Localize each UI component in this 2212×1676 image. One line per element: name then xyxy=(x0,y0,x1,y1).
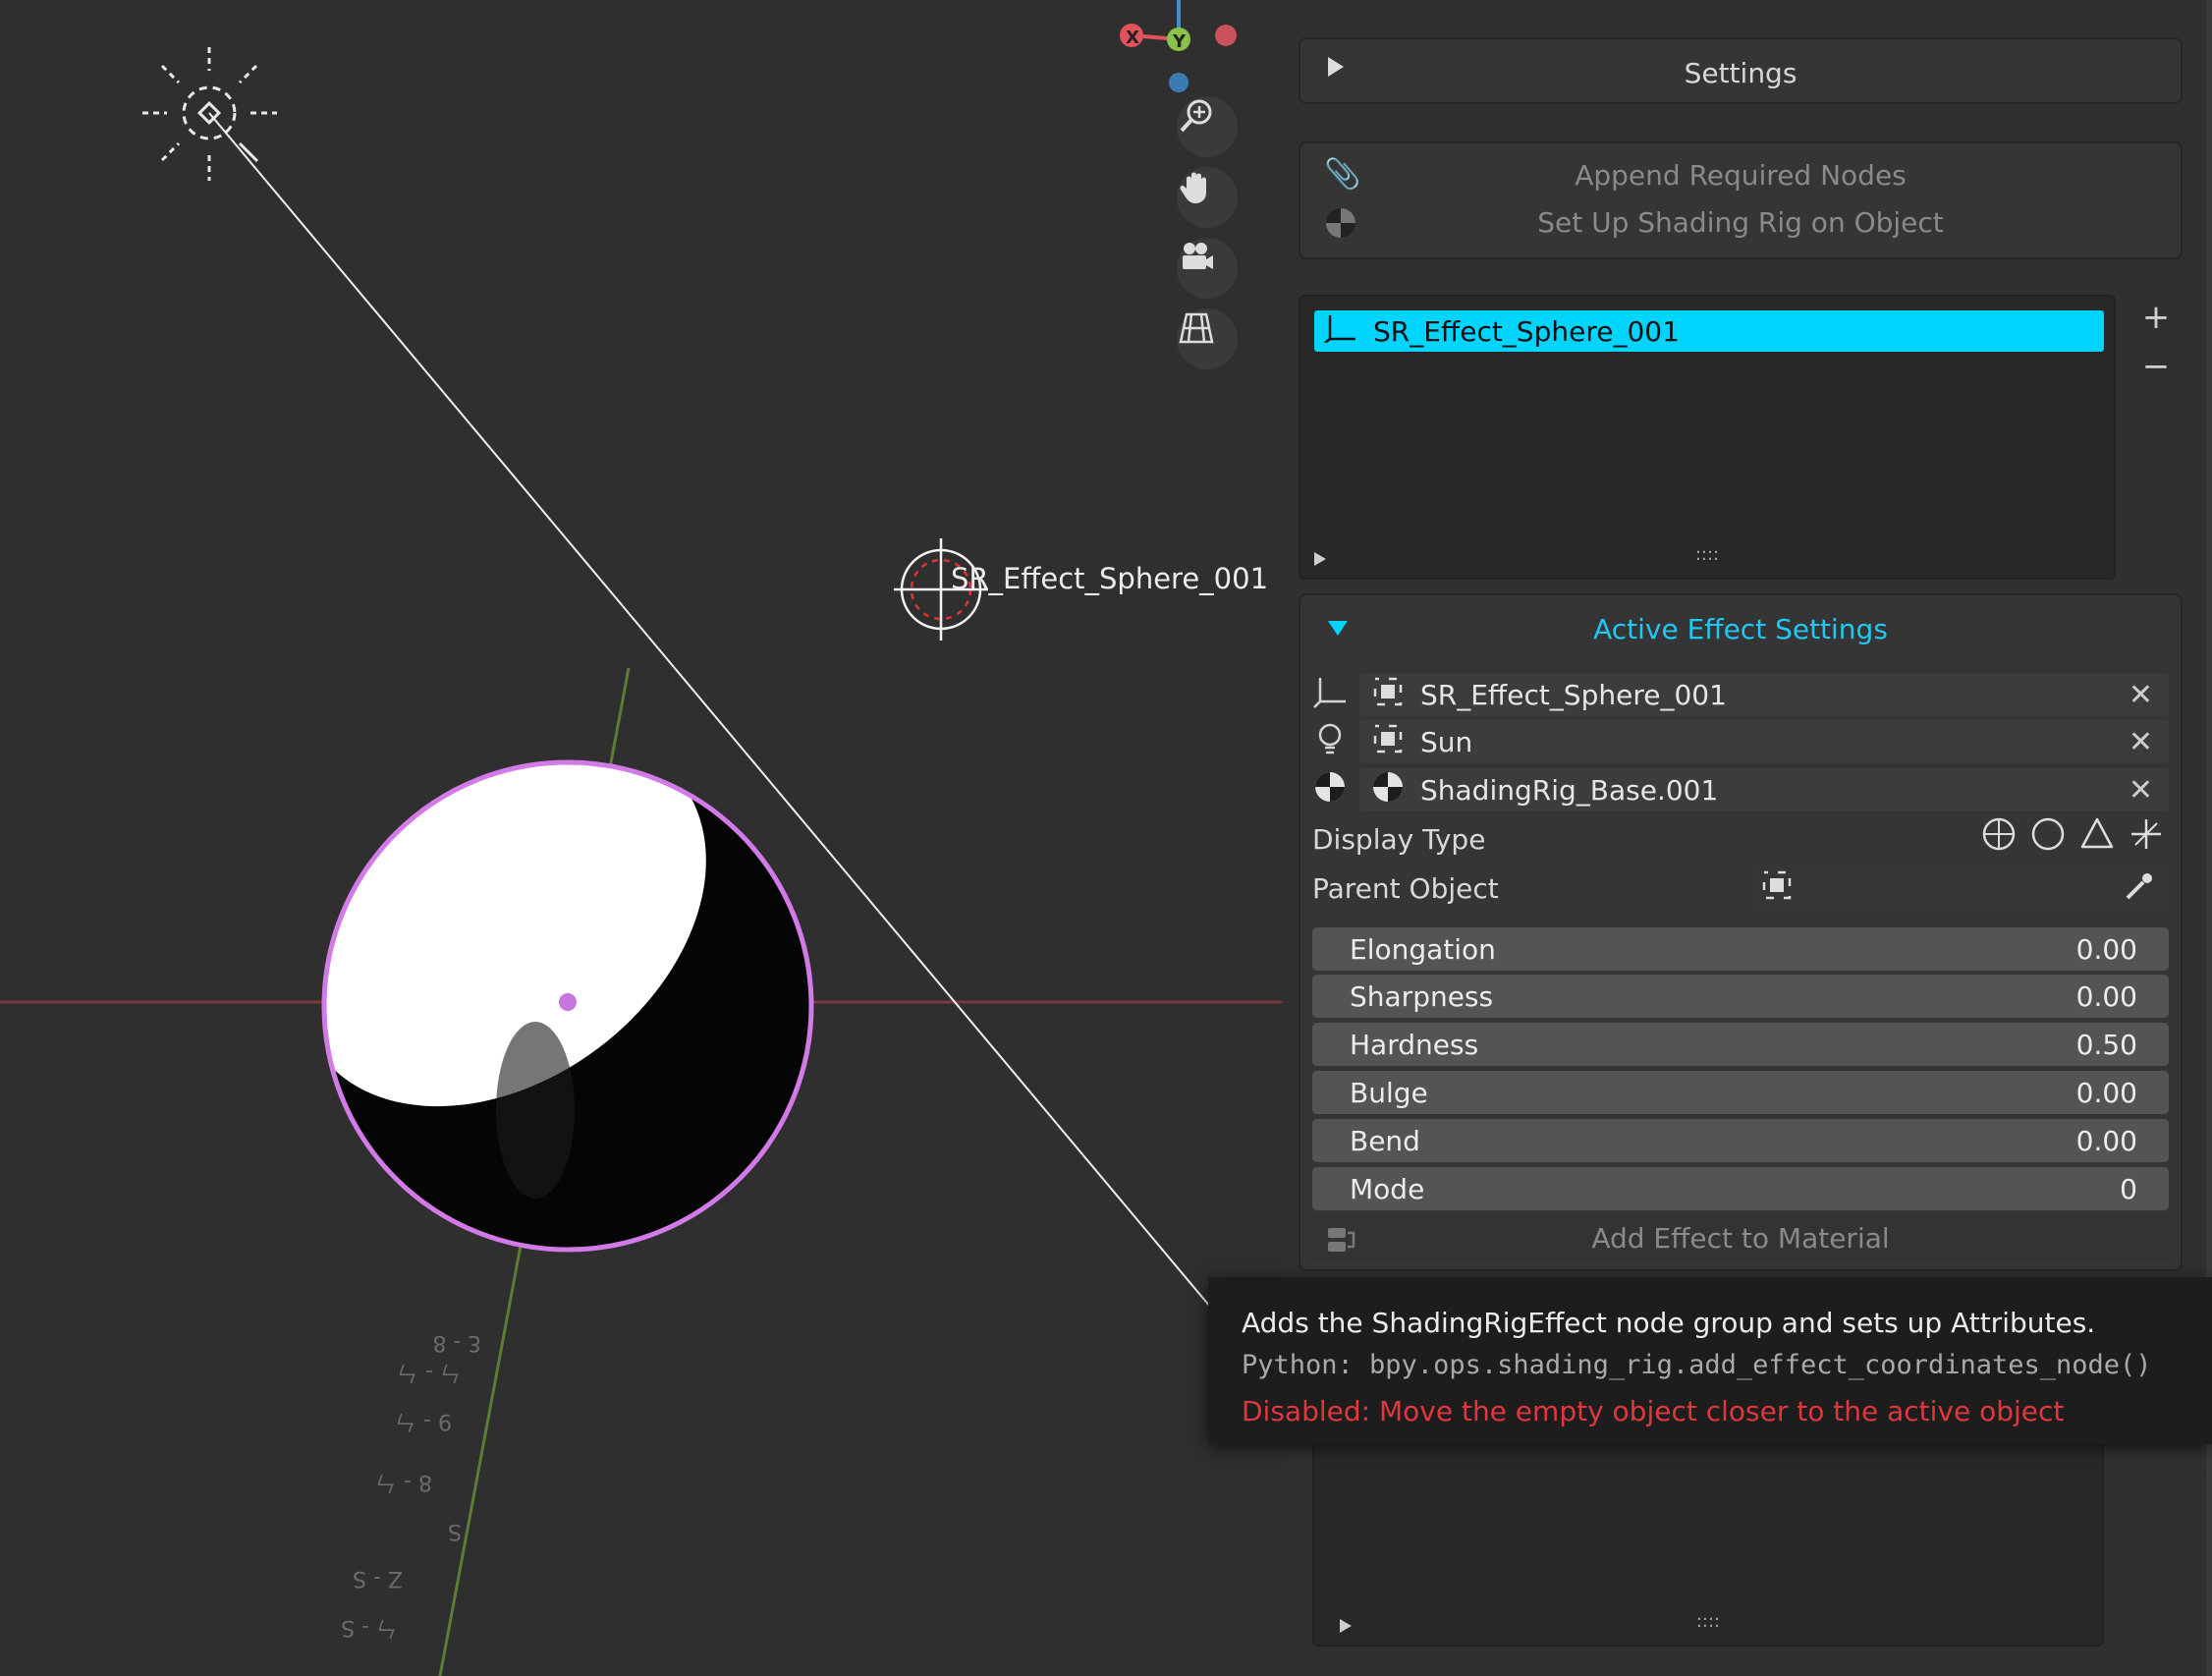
empty-axes-icon xyxy=(1312,674,1348,716)
list-item-selected[interactable]: SR_Effect_Sphere_001 xyxy=(1314,310,2104,352)
add-effect-to-material-label: Add Effect to Material xyxy=(1591,1222,1890,1255)
sphere-axes-icon[interactable] xyxy=(1980,815,2018,859)
list-resize-grip[interactable]: :::: xyxy=(1314,1611,2102,1632)
slider-value: 0.00 xyxy=(2075,979,2137,1013)
3d-viewport[interactable]: Ɛ - 8 ㄣ - ㄣ 9 - ㄣ 8 - ㄣ S Z - S ㄣ - S X … xyxy=(0,0,1287,1676)
camera-icon[interactable] xyxy=(1177,238,1238,299)
add-effect-button[interactable]: + xyxy=(2135,297,2177,338)
hardness-slider[interactable]: Hardness 0.50 xyxy=(1312,1023,2169,1066)
operator-tooltip: Adds the ShadingRigEffect node group and… xyxy=(1208,1277,2212,1444)
clear-field-icon[interactable]: ✕ xyxy=(2129,773,2153,808)
light-bulb-icon xyxy=(1312,721,1348,763)
light-object-field[interactable]: Sun ✕ xyxy=(1359,720,2169,763)
bulge-slider[interactable]: Bulge 0.00 xyxy=(1312,1071,2169,1114)
object-icon xyxy=(1371,722,1405,762)
slider-label: Mode xyxy=(1350,1172,1425,1205)
object-icon xyxy=(1760,868,1794,909)
shaded-sphere xyxy=(321,759,814,1253)
list-resize-grip[interactable]: :::: xyxy=(1300,544,2114,565)
viewport-scene: Ɛ - 8 ㄣ - ㄣ 9 - ㄣ 8 - ㄣ S Z - S ㄣ - S X … xyxy=(0,0,1287,1676)
setup-buttons-group: 📎 Append Required Nodes Set Up Shading R… xyxy=(1299,141,2183,259)
gizmo-x-label: X xyxy=(1126,28,1139,48)
sharpness-slider[interactable]: Sharpness 0.00 xyxy=(1312,975,2169,1018)
display-type-label: Display Type xyxy=(1312,822,1486,856)
plain-axes-icon[interactable] xyxy=(2128,815,2165,859)
slider-value: 0.00 xyxy=(2075,932,2137,966)
slider-label: Hardness xyxy=(1350,1028,1479,1061)
add-effect-to-material-button[interactable]: Add Effect to Material xyxy=(1312,1214,2169,1261)
field-value: Sun xyxy=(1420,725,1473,758)
slider-value: 0 xyxy=(2120,1172,2137,1205)
svg-text:S: S xyxy=(448,1519,462,1543)
pan-hand-icon[interactable] xyxy=(1177,167,1238,228)
svg-text:ㄣ - S: ㄣ - S xyxy=(341,1615,398,1640)
slider-label: Bend xyxy=(1350,1124,1420,1157)
bend-slider[interactable]: Bend 0.00 xyxy=(1312,1119,2169,1162)
slider-value: 0.00 xyxy=(2075,1076,2137,1109)
svg-text:9 - ㄣ: 9 - ㄣ xyxy=(395,1409,452,1433)
setup-rig-label: Set Up Shading Rig on Object xyxy=(1537,206,1944,239)
list-item-label: SR_Effect_Sphere_001 xyxy=(1373,314,1680,348)
eyedropper-icon[interactable] xyxy=(2122,870,2155,911)
parent-object-field[interactable] xyxy=(1750,866,2169,910)
append-nodes-button[interactable]: 📎 Append Required Nodes xyxy=(1308,151,2173,196)
tooltip-python: Python: bpy.ops.shading_rig.add_effect_c… xyxy=(1242,1350,2152,1380)
settings-subpanel-header[interactable]: Settings xyxy=(1299,37,2183,104)
append-nodes-label: Append Required Nodes xyxy=(1575,159,1907,192)
circle-icon[interactable] xyxy=(2029,815,2067,859)
slider-label: Elongation xyxy=(1350,932,1496,966)
display-type-buttons xyxy=(1980,815,2169,859)
svg-text:8 - ㄣ: 8 - ㄣ xyxy=(375,1470,432,1494)
tooltip-description: Adds the ShadingRigEffect node group and… xyxy=(1242,1307,2096,1339)
cone-icon[interactable] xyxy=(2078,815,2116,859)
object-icon xyxy=(1371,675,1405,715)
remove-effect-button[interactable]: − xyxy=(2135,346,2177,387)
gizmo-y-label: Y xyxy=(1172,31,1187,52)
settings-label: Settings xyxy=(1684,57,1797,89)
slider-value: 0.50 xyxy=(2075,1028,2137,1061)
elongation-slider[interactable]: Elongation 0.00 xyxy=(1312,927,2169,971)
empty-axes-icon xyxy=(1324,313,1357,350)
active-effect-title: Active Effect Settings xyxy=(1593,613,1888,645)
clear-field-icon[interactable]: ✕ xyxy=(2129,678,2153,712)
setup-rig-button[interactable]: Set Up Shading Rig on Object xyxy=(1308,198,2173,244)
effects-list[interactable]: SR_Effect_Sphere_001 :::: xyxy=(1299,295,2116,580)
material-sphere-icon xyxy=(1312,769,1348,811)
svg-text:ㄣ - ㄣ: ㄣ - ㄣ xyxy=(397,1360,462,1384)
svg-text:Ɛ - 8: Ɛ - 8 xyxy=(433,1330,481,1355)
slider-label: Bulge xyxy=(1350,1076,1428,1109)
material-field[interactable]: ShadingRig_Base.001 ✕ xyxy=(1359,768,2169,811)
zoom-icon[interactable] xyxy=(1177,96,1238,157)
slider-value: 0.00 xyxy=(2075,1124,2137,1157)
grid-perspective-icon[interactable] xyxy=(1177,308,1238,369)
material-sphere-icon xyxy=(1371,770,1405,810)
slider-label: Sharpness xyxy=(1350,979,1494,1013)
mode-slider[interactable]: Mode 0 xyxy=(1312,1167,2169,1210)
active-effect-header[interactable]: Active Effect Settings xyxy=(1299,609,2183,656)
empty-object-label: SR_Effect_Sphere_001 xyxy=(951,562,1269,595)
clear-field-icon[interactable]: ✕ xyxy=(2129,725,2153,759)
field-value: ShadingRig_Base.001 xyxy=(1420,773,1719,807)
grid-numbers: Ɛ - 8 ㄣ - ㄣ 9 - ㄣ 8 - ㄣ S Z - S ㄣ - S xyxy=(341,1330,481,1640)
navigation-gizmo: X Y xyxy=(1120,0,1237,92)
empty-object-field[interactable]: SR_Effect_Sphere_001 ✕ xyxy=(1359,673,2169,716)
svg-text:Z - S: Z - S xyxy=(353,1566,403,1591)
parent-object-label: Parent Object xyxy=(1312,871,1499,905)
tooltip-disabled-reason: Disabled: Move the empty object closer t… xyxy=(1242,1395,2065,1427)
field-value: SR_Effect_Sphere_001 xyxy=(1420,678,1727,711)
